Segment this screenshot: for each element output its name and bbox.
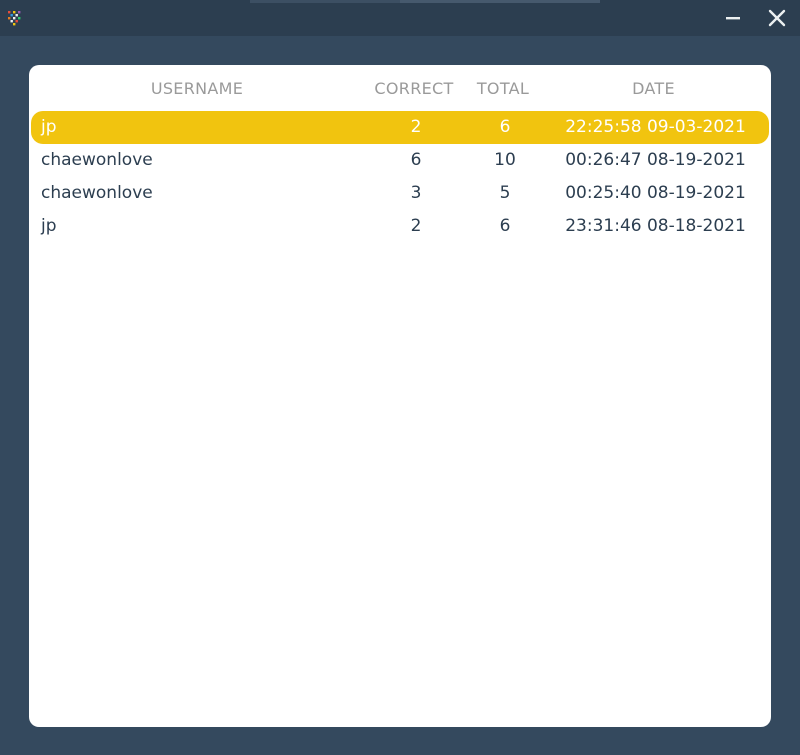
minimize-icon: [726, 17, 740, 20]
title-bar-tab-strip: [250, 0, 400, 3]
column-header-username[interactable]: USERNAME: [97, 75, 297, 103]
cell-correct: 3: [410, 183, 422, 203]
table-row[interactable]: jp 2 6 23:31:46 08-18-2021: [31, 210, 769, 243]
column-header-date[interactable]: DATE: [551, 75, 756, 103]
table-row[interactable]: chaewonlove 6 10 00:26:47 08-19-2021: [31, 144, 769, 177]
close-icon: [768, 9, 786, 27]
cell-correct: 2: [410, 117, 422, 137]
app-window: USERNAME CORRECT TOTAL DATE jp 2 6 22:25…: [0, 0, 800, 755]
cell-correct: 2: [410, 216, 422, 236]
cell-total: 6: [499, 117, 511, 137]
table-body: jp 2 6 22:25:58 09-03-2021 chaewonlove 6…: [29, 111, 771, 243]
column-header-correct[interactable]: CORRECT: [364, 75, 464, 103]
cell-total: 5: [499, 183, 511, 203]
cell-username: chaewonlove: [41, 183, 153, 203]
cell-total: 10: [494, 150, 516, 170]
cell-date: 22:25:58 09-03-2021: [565, 117, 746, 137]
table-row[interactable]: chaewonlove 3 5 00:25:40 08-19-2021: [31, 177, 769, 210]
cell-username: jp: [41, 216, 57, 236]
close-button[interactable]: [763, 4, 791, 32]
cell-username: jp: [41, 117, 57, 137]
cell-username: chaewonlove: [41, 150, 153, 170]
cell-date: 00:26:47 08-19-2021: [565, 150, 746, 170]
cell-correct: 6: [410, 150, 422, 170]
cell-date: 00:25:40 08-19-2021: [565, 183, 746, 203]
minimize-button[interactable]: [719, 4, 747, 32]
table-row[interactable]: jp 2 6 22:25:58 09-03-2021: [31, 111, 769, 144]
column-header-total[interactable]: TOTAL: [453, 75, 553, 103]
title-bar[interactable]: [0, 0, 800, 36]
table-header: USERNAME CORRECT TOTAL DATE: [29, 75, 771, 103]
app-grid-icon: [8, 11, 21, 26]
cell-date: 23:31:46 08-18-2021: [565, 216, 746, 236]
scores-table-panel: USERNAME CORRECT TOTAL DATE jp 2 6 22:25…: [29, 65, 771, 727]
cell-total: 6: [499, 216, 511, 236]
title-bar-tab-strip-active: [400, 0, 600, 3]
